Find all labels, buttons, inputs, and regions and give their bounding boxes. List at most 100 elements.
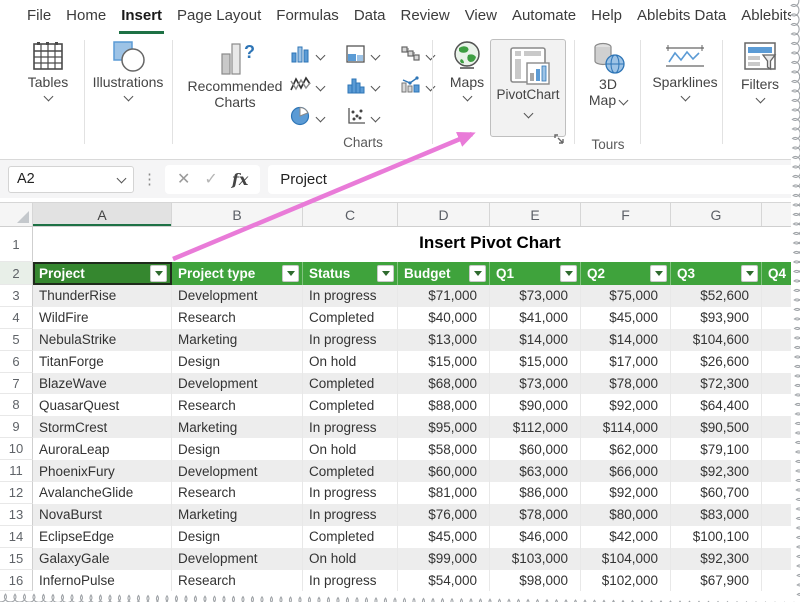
cell-q3[interactable]: $64,400 [671,394,762,416]
filter-dropdown-button[interactable] [377,265,394,282]
cell-q2[interactable]: $45,000 [581,307,671,329]
waterfall-chart-button[interactable] [400,42,434,66]
cell-status[interactable]: On hold [303,548,398,570]
maps-button[interactable]: Maps [438,40,496,100]
row-number[interactable]: 13 [0,504,33,526]
scatter-chart-button[interactable] [345,104,379,128]
cell-q4[interactable] [762,329,800,351]
pie-chart-button[interactable] [290,104,324,128]
cell-budget[interactable]: $88,000 [398,394,490,416]
cell-q4[interactable] [762,548,800,570]
cell-budget[interactable]: $81,000 [398,482,490,504]
cell-project[interactable]: BlazeWave [33,373,172,395]
cell-project[interactable]: WildFire [33,307,172,329]
row-number[interactable]: 9 [0,416,33,438]
cell-q3[interactable]: $104,600 [671,329,762,351]
cell-q1[interactable]: $63,000 [490,460,581,482]
cell-q2[interactable]: $66,000 [581,460,671,482]
formula-input[interactable]: Project [268,165,800,194]
cell-project-type[interactable]: Marketing [172,504,303,526]
cell-q1[interactable]: $73,000 [490,285,581,307]
cell-q4[interactable] [762,570,800,592]
cell-q4[interactable] [762,416,800,438]
cell-status[interactable]: Completed [303,373,398,395]
cell-q1[interactable]: $73,000 [490,373,581,395]
row-number[interactable]: 3 [0,285,33,307]
filter-dropdown-button[interactable] [282,265,299,282]
cell-q2[interactable]: $114,000 [581,416,671,438]
cell-q3[interactable]: $90,500 [671,416,762,438]
cell-q3[interactable]: $83,000 [671,504,762,526]
filter-dropdown-button[interactable] [469,265,486,282]
row-number[interactable]: 12 [0,482,33,504]
tab-insert[interactable]: Insert [119,2,164,34]
cell-q4[interactable] [762,285,800,307]
3d-map-button[interactable]: 3D Map [580,40,636,108]
sparklines-button[interactable]: Sparklines [644,40,726,100]
cell-project[interactable]: InfernoPulse [33,570,172,592]
cell-project-type[interactable]: Marketing [172,416,303,438]
cell-project-type[interactable]: Research [172,570,303,592]
cell-q4[interactable] [762,351,800,373]
cell-project-type[interactable]: Research [172,482,303,504]
cell-project[interactable]: TitanForge [33,351,172,373]
confirm-entry-icon[interactable]: ✓ [204,169,217,189]
row-number[interactable]: 7 [0,373,33,395]
row-number[interactable]: 10 [0,438,33,460]
cell-status[interactable]: Completed [303,460,398,482]
cell-status[interactable]: In progress [303,570,398,592]
cell-project-type[interactable]: Development [172,460,303,482]
cell-project-type[interactable]: Development [172,548,303,570]
tables-button[interactable]: Tables [16,40,80,100]
cell-q2[interactable]: $102,000 [581,570,671,592]
cell-q3[interactable]: $92,300 [671,460,762,482]
cell-status[interactable]: Completed [303,526,398,548]
cell-budget[interactable]: $15,000 [398,351,490,373]
filter-dropdown-button[interactable] [150,265,167,282]
cell-q1[interactable]: $46,000 [490,526,581,548]
cell-q1[interactable]: $86,000 [490,482,581,504]
cell-q2[interactable]: $14,000 [581,329,671,351]
row-number[interactable]: 11 [0,460,33,482]
cell-project-type[interactable]: Design [172,526,303,548]
cell-project[interactable]: EclipseEdge [33,526,172,548]
column-header-g[interactable]: G [671,203,762,226]
cell-q2[interactable]: $17,000 [581,351,671,373]
tab-file[interactable]: File [25,2,53,34]
cell-budget[interactable]: $71,000 [398,285,490,307]
cell-status[interactable]: On hold [303,351,398,373]
cell-q1[interactable]: $103,000 [490,548,581,570]
cell-q4[interactable] [762,307,800,329]
name-box-chevron-icon[interactable] [117,173,127,183]
cell-project-type[interactable]: Research [172,394,303,416]
column-header-f[interactable]: F [581,203,671,226]
row-number[interactable]: 1 [0,227,33,262]
cell-q4[interactable] [762,438,800,460]
row-number[interactable]: 15 [0,548,33,570]
cell-project-type[interactable]: Research [172,307,303,329]
cell-q4[interactable] [762,373,800,395]
row-number[interactable]: 2 [0,262,33,285]
pivotchart-button[interactable]: PivotChart [490,39,566,137]
cell-q2[interactable]: $42,000 [581,526,671,548]
cell-q2[interactable]: $62,000 [581,438,671,460]
table-header-q3[interactable]: Q3 [671,262,762,285]
cell-budget[interactable]: $95,000 [398,416,490,438]
cell-q2[interactable]: $75,000 [581,285,671,307]
cell-budget[interactable]: $54,000 [398,570,490,592]
filter-dropdown-button[interactable] [560,265,577,282]
cell-project[interactable]: NovaBurst [33,504,172,526]
tab-data[interactable]: Data [352,2,388,34]
cancel-entry-icon[interactable]: ✕ [177,169,190,189]
charts-dialog-launcher[interactable] [553,133,566,146]
name-box[interactable]: A2 [8,166,134,193]
cell-budget[interactable]: $68,000 [398,373,490,395]
cell-q3[interactable]: $52,600 [671,285,762,307]
cell-project[interactable]: QuasarQuest [33,394,172,416]
cell-project-type[interactable]: Development [172,373,303,395]
cell-budget[interactable]: $60,000 [398,460,490,482]
cell-budget[interactable]: $13,000 [398,329,490,351]
cell-q1[interactable]: $15,000 [490,351,581,373]
cell-q4[interactable] [762,526,800,548]
column-header-b[interactable]: B [172,203,303,226]
